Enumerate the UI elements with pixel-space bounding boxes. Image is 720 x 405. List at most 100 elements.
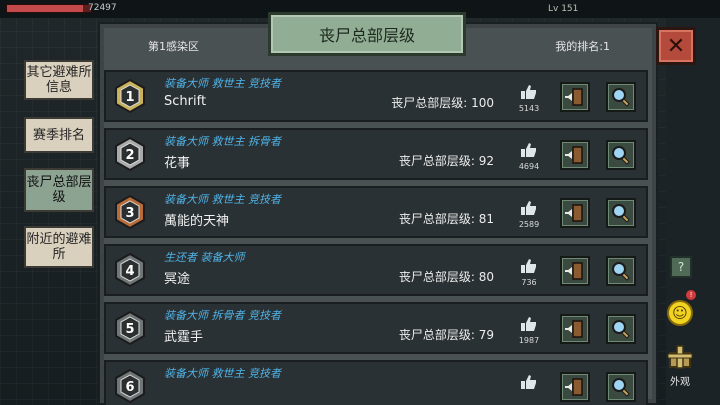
svg-text:4: 4 <box>125 264 134 279</box>
inspect-button[interactable] <box>606 82 636 112</box>
like-count: 5143 <box>518 104 540 113</box>
player-name: Schrift <box>164 94 207 109</box>
close-button[interactable]: ✕ <box>656 27 696 65</box>
magnifier-icon <box>612 378 630 397</box>
visit-shelter-button[interactable] <box>560 314 590 344</box>
inspect-button[interactable] <box>606 256 636 286</box>
door-enter-icon <box>565 262 583 280</box>
rank-badge-icon: 6 <box>115 368 145 404</box>
like-button[interactable]: 736 <box>518 258 540 287</box>
thumbs-up-icon <box>521 259 536 273</box>
visit-shelter-button[interactable] <box>560 256 590 286</box>
visit-shelter-button[interactable] <box>560 198 590 228</box>
hp-bar-fill <box>7 5 83 12</box>
like-count: 736 <box>521 278 537 287</box>
ranking-row[interactable]: 1 装备大师 救世主 竞技者 Schrift 丧尸总部层级: 100 5143 <box>104 70 648 122</box>
player-titles: 生还者 装备大师 <box>164 251 245 264</box>
inspect-button[interactable] <box>606 198 636 228</box>
zombie-hq-level: 丧尸总部层级: 100 <box>391 96 494 110</box>
player-titles: 装备大师 救世主 竞技者 <box>164 367 281 380</box>
magnifier-icon <box>612 88 630 107</box>
like-button[interactable] <box>518 374 540 394</box>
ranking-row[interactable]: 3 装备大师 救世主 竞技者 萬能的天神 丧尸总部层级: 81 2589 <box>104 186 648 238</box>
player-level: Lv 151 <box>548 4 579 14</box>
appearance-icon <box>667 345 693 369</box>
thumbs-up-icon <box>521 375 536 389</box>
magnifier-icon <box>612 204 630 223</box>
visit-shelter-button[interactable] <box>560 82 590 112</box>
thumbs-up-icon <box>521 143 536 157</box>
visit-shelter-button[interactable] <box>560 140 590 170</box>
player-name: 花事 <box>164 156 191 171</box>
like-button[interactable]: 4694 <box>518 142 540 171</box>
tab-zombie-hq-level[interactable]: 丧尸总部层级 <box>24 168 94 212</box>
ranking-row[interactable]: 5 装备大师 拆骨者 竞技者 武霆手 丧尸总部层级: 79 1987 <box>104 302 648 354</box>
zombie-hq-level: 丧尸总部层级: 81 <box>398 212 494 226</box>
svg-text:2: 2 <box>125 148 134 163</box>
appearance-button[interactable]: 外观 <box>664 343 696 393</box>
player-name: 冥途 <box>164 272 191 287</box>
tab-label: 丧尸总部层级 <box>26 175 92 205</box>
notification-badge: ! <box>686 290 696 300</box>
zombie-hq-level: 丧尸总部层级: 80 <box>398 270 494 284</box>
thumbs-up-icon <box>521 317 536 331</box>
tab-label: 附近的避难所 <box>26 232 92 262</box>
tab-other-shelters[interactable]: 其它避难所信息 <box>24 60 94 100</box>
player-titles: 装备大师 救世主 拆骨者 <box>164 135 281 148</box>
like-button[interactable]: 1987 <box>518 316 540 345</box>
magnifier-icon <box>612 262 630 281</box>
tab-nearby-shelters[interactable]: 附近的避难所 <box>24 226 94 268</box>
door-enter-icon <box>565 204 583 222</box>
page-title: 丧尸总部层级 <box>268 12 466 56</box>
svg-text:6: 6 <box>125 380 134 395</box>
rank-badge-icon: 2 <box>115 136 145 172</box>
like-count: 1987 <box>518 336 540 345</box>
svg-text:1: 1 <box>125 90 134 105</box>
hp-value: 72497 <box>88 3 117 13</box>
ranking-row[interactable]: 2 装备大师 救世主 拆骨者 花事 丧尸总部层级: 92 4694 <box>104 128 648 180</box>
inspect-button[interactable] <box>606 372 636 402</box>
player-titles: 装备大师 拆骨者 竞技者 <box>164 309 281 322</box>
like-count: 2589 <box>518 220 540 229</box>
tab-season-ranking[interactable]: 赛季排名 <box>24 117 94 153</box>
magnifier-icon <box>612 146 630 165</box>
door-enter-icon <box>565 320 583 338</box>
smiley-icon[interactable]: ☺ <box>667 300 693 326</box>
tab-label: 赛季排名 <box>32 127 85 143</box>
appearance-label: 外观 <box>670 377 690 388</box>
thumbs-up-icon <box>521 201 536 215</box>
region-label: 第1感染区 <box>148 40 199 53</box>
door-enter-icon <box>565 378 583 396</box>
like-button[interactable]: 2589 <box>518 200 540 229</box>
player-titles: 装备大师 救世主 竞技者 <box>164 77 281 90</box>
zombie-hq-level: 丧尸总部层级: 92 <box>398 154 494 168</box>
help-icon: ? <box>677 260 685 274</box>
my-rank-label: 我的排名:1 <box>555 40 610 53</box>
hp-bar <box>6 4 92 13</box>
tab-label: 其它避难所信息 <box>26 65 92 95</box>
zombie-hq-level: 丧尸总部层级: 79 <box>398 328 494 342</box>
visit-shelter-button[interactable] <box>560 372 590 402</box>
rank-badge-icon: 1 <box>115 78 145 114</box>
inspect-button[interactable] <box>606 140 636 170</box>
close-x-icon: ✕ <box>666 33 686 59</box>
svg-text:3: 3 <box>125 206 134 221</box>
like-button[interactable]: 5143 <box>518 84 540 113</box>
rank-badge-icon: 3 <box>115 194 145 230</box>
ranking-row[interactable]: 6 装备大师 救世主 竞技者 <box>104 360 648 405</box>
title-text: 丧尸总部层级 <box>318 26 415 45</box>
ranking-row[interactable]: 4 生还者 装备大师 冥途 丧尸总部层级: 80 736 <box>104 244 648 296</box>
rank-badge-icon: 4 <box>115 252 145 288</box>
thumbs-up-icon <box>521 85 536 99</box>
player-titles: 装备大师 救世主 竞技者 <box>164 193 281 206</box>
inspect-button[interactable] <box>606 314 636 344</box>
door-enter-icon <box>565 146 583 164</box>
player-name: 萬能的天神 <box>164 214 230 229</box>
door-enter-icon <box>565 88 583 106</box>
rank-badge-icon: 5 <box>115 310 145 346</box>
ranking-list[interactable]: 1 装备大师 救世主 竞技者 Schrift 丧尸总部层级: 100 5143 2 装备大师… <box>104 70 648 405</box>
svg-text:5: 5 <box>125 322 134 337</box>
help-button[interactable]: ? <box>670 256 692 278</box>
player-name: 武霆手 <box>164 330 204 345</box>
like-count: 4694 <box>518 162 540 171</box>
